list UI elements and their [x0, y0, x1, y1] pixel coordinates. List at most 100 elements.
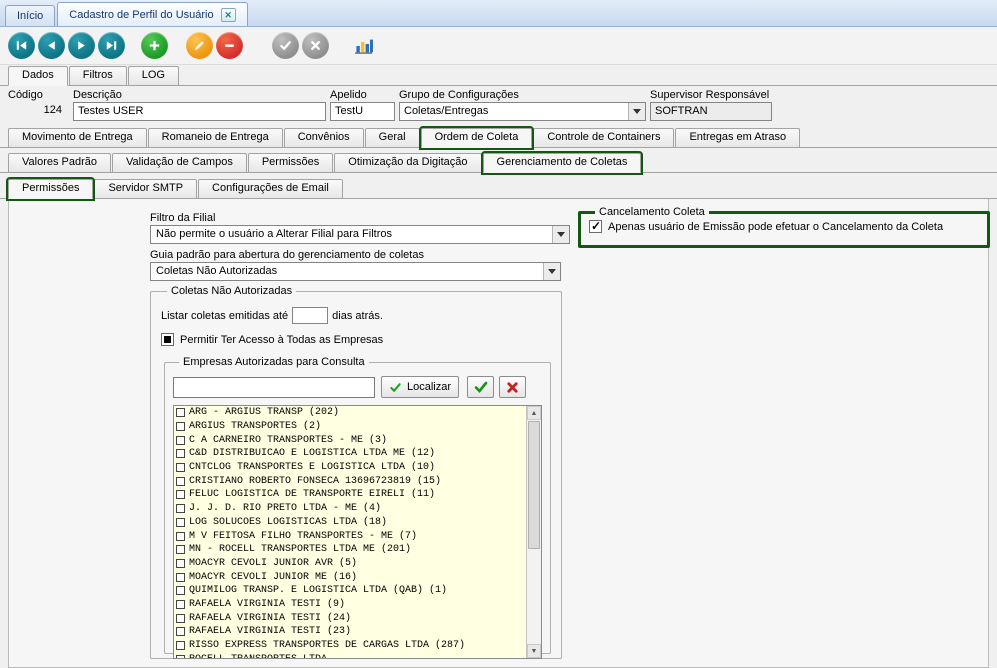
- coletas-groupbox-title: Coletas Não Autorizadas: [167, 285, 296, 297]
- delete-record-button[interactable]: [216, 32, 243, 59]
- confirm-button[interactable]: [272, 32, 299, 59]
- company-list-item[interactable]: M V FEITOSA FILHO TRANSPORTES - ME (7): [174, 529, 526, 543]
- company-name: MN - ROCELL TRANSPORTES LTDA ME (201): [189, 543, 411, 556]
- nav-next-button[interactable]: [68, 32, 95, 59]
- filtro-filial-combobox[interactable]: Não permite o usuário a Alterar Filial p…: [150, 225, 570, 244]
- company-checkbox[interactable]: [176, 627, 185, 636]
- company-checkbox[interactable]: [176, 614, 185, 623]
- tab-validacao-campos[interactable]: Validação de Campos: [112, 153, 247, 172]
- company-list-item[interactable]: MOACYR CEVOLI JUNIOR AVR (5): [174, 557, 526, 571]
- company-list-item[interactable]: RAFAELA VIRGINIA TESTI (9): [174, 598, 526, 612]
- empresa-search-input[interactable]: [173, 377, 375, 398]
- company-list-scrollbar: ▲ ▼: [526, 406, 541, 658]
- tab-controle-containers[interactable]: Controle de Containers: [533, 128, 674, 147]
- company-list-item[interactable]: ROCELL TRANSPORTES LTDA: [174, 652, 526, 658]
- localizar-button[interactable]: Localizar: [381, 376, 459, 398]
- tab-dados[interactable]: Dados: [8, 66, 68, 86]
- tab-movimento-entrega[interactable]: Movimento de Entrega: [8, 128, 147, 147]
- cancel-button[interactable]: [302, 32, 329, 59]
- tab-romaneio-entrega[interactable]: Romaneio de Entrega: [148, 128, 283, 147]
- company-list-item[interactable]: RISSO EXPRESS TRANSPORTES DE CARGAS LTDA…: [174, 639, 526, 653]
- company-checkbox[interactable]: [176, 545, 185, 554]
- cancelamento-checkbox-label: Apenas usuário de Emissão pode efetuar o…: [608, 221, 943, 233]
- edit-record-button[interactable]: [186, 32, 213, 59]
- scroll-track[interactable]: [527, 420, 541, 644]
- company-checkbox[interactable]: [176, 600, 185, 609]
- company-list[interactable]: ARG - ARGIUS TRANSP (202)ARGIUS TRANSPOR…: [174, 406, 526, 658]
- company-list-item[interactable]: RAFAELA VIRGINIA TESTI (24): [174, 611, 526, 625]
- tab-filtros[interactable]: Filtros: [69, 66, 127, 85]
- cancelamento-groupbox: Cancelamento Coleta ✓ Apenas usuário de …: [578, 206, 990, 248]
- company-list-item[interactable]: ARG - ARGIUS TRANSP (202): [174, 406, 526, 420]
- company-list-item[interactable]: FELUC LOGISTICA DE TRANSPORTE EIRELI (11…: [174, 488, 526, 502]
- dias-atras-input[interactable]: [292, 307, 328, 324]
- scroll-up-arrow[interactable]: ▲: [527, 406, 541, 420]
- company-checkbox[interactable]: [176, 490, 185, 499]
- cancelamento-checkbox[interactable]: ✓: [589, 220, 602, 233]
- tab-cadastro-perfil[interactable]: Cadastro de Perfil do Usuário ✕: [57, 2, 247, 26]
- company-list-item[interactable]: LOG SOLUCOES LOGISTICAS LTDA (18): [174, 516, 526, 530]
- tab-convenios[interactable]: Convênios: [284, 128, 364, 147]
- add-record-button[interactable]: [141, 32, 168, 59]
- scroll-thumb[interactable]: [528, 421, 540, 549]
- company-checkbox[interactable]: [176, 422, 185, 431]
- company-checkbox[interactable]: [176, 641, 185, 650]
- company-checkbox[interactable]: [176, 449, 185, 458]
- company-checkbox[interactable]: [176, 586, 185, 595]
- guia-padrao-combobox[interactable]: Coletas Não Autorizadas: [150, 262, 561, 281]
- chevron-down-icon: [557, 232, 565, 237]
- tab-entregas-em-atraso[interactable]: Entregas em Atraso: [675, 128, 800, 147]
- tab-geral[interactable]: Geral: [365, 128, 420, 147]
- company-checkbox[interactable]: [176, 477, 185, 486]
- tab-ordem-de-coleta[interactable]: Ordem de Coleta: [421, 128, 533, 148]
- guia-combo-arrow[interactable]: [543, 263, 560, 280]
- supervisor-field[interactable]: SOFTRAN: [650, 102, 772, 121]
- codigo-field: 124: [8, 102, 66, 121]
- company-list-item[interactable]: ARGIUS TRANSPORTES (2): [174, 420, 526, 434]
- company-list-item[interactable]: CRISTIANO ROBERTO FONSECA 13696723819 (1…: [174, 474, 526, 488]
- clear-selection-button[interactable]: [499, 376, 526, 398]
- permissoes-page: Filtro da Filial Não permite o usuário a…: [8, 199, 989, 668]
- tab-otimizacao-digitacao[interactable]: Otimização da Digitação: [334, 153, 481, 172]
- tab-permissoes[interactable]: Permissões: [8, 179, 93, 199]
- apelido-field[interactable]: TestU: [330, 102, 395, 121]
- filtro-combo-arrow[interactable]: [552, 226, 569, 243]
- charts-button[interactable]: [352, 32, 376, 59]
- nav-prev-button[interactable]: [38, 32, 65, 59]
- company-checkbox[interactable]: [176, 518, 185, 527]
- filtro-filial-label: Filtro da Filial: [150, 212, 215, 224]
- tab-valores-padrao[interactable]: Valores Padrão: [8, 153, 111, 172]
- tab-servidor-smtp[interactable]: Servidor SMTP: [94, 179, 197, 198]
- descricao-field[interactable]: Testes USER: [73, 102, 326, 121]
- company-list-item[interactable]: J. J. D. RIO PRETO LTDA - ME (4): [174, 502, 526, 516]
- tab-inicio[interactable]: Início: [5, 5, 55, 26]
- tab-configuracoes-email[interactable]: Configurações de Email: [198, 179, 343, 198]
- grupo-combo-arrow[interactable]: [628, 103, 645, 120]
- company-checkbox[interactable]: [176, 408, 185, 417]
- tab-gerenciamento-coletas[interactable]: Gerenciamento de Coletas: [483, 153, 642, 173]
- company-checkbox[interactable]: [176, 504, 185, 513]
- company-list-item[interactable]: C&D DISTRIBUICAO E LOGISTICA LTDA ME (12…: [174, 447, 526, 461]
- acesso-todas-empresas-checkbox[interactable]: [161, 333, 174, 346]
- company-checkbox[interactable]: [176, 532, 185, 541]
- company-checkbox[interactable]: [176, 463, 185, 472]
- company-list-item[interactable]: MN - ROCELL TRANSPORTES LTDA ME (201): [174, 543, 526, 557]
- company-checkbox[interactable]: [176, 559, 185, 568]
- check-icon: [389, 381, 402, 394]
- company-list-item[interactable]: MOACYR CEVOLI JUNIOR ME (16): [174, 570, 526, 584]
- company-checkbox[interactable]: [176, 655, 185, 658]
- company-list-item[interactable]: QUIMILOG TRANSP. E LOGISTICA LTDA (QAB) …: [174, 584, 526, 598]
- nav-last-button[interactable]: [98, 32, 125, 59]
- grupo-config-combobox[interactable]: Coletas/Entregas: [399, 102, 646, 121]
- close-tab-icon[interactable]: ✕: [221, 8, 236, 22]
- company-checkbox[interactable]: [176, 436, 185, 445]
- scroll-down-arrow[interactable]: ▼: [527, 644, 541, 658]
- nav-first-button[interactable]: [8, 32, 35, 59]
- company-list-item[interactable]: CNTCLOG TRANSPORTES E LOGISTICA LTDA (10…: [174, 461, 526, 475]
- company-list-item[interactable]: C A CARNEIRO TRANSPORTES - ME (3): [174, 433, 526, 447]
- company-checkbox[interactable]: [176, 573, 185, 582]
- tab-permissoes-row3[interactable]: Permissões: [248, 153, 333, 172]
- confirm-selection-button[interactable]: [467, 376, 494, 398]
- tab-log[interactable]: LOG: [128, 66, 179, 85]
- company-list-item[interactable]: RAFAELA VIRGINIA TESTI (23): [174, 625, 526, 639]
